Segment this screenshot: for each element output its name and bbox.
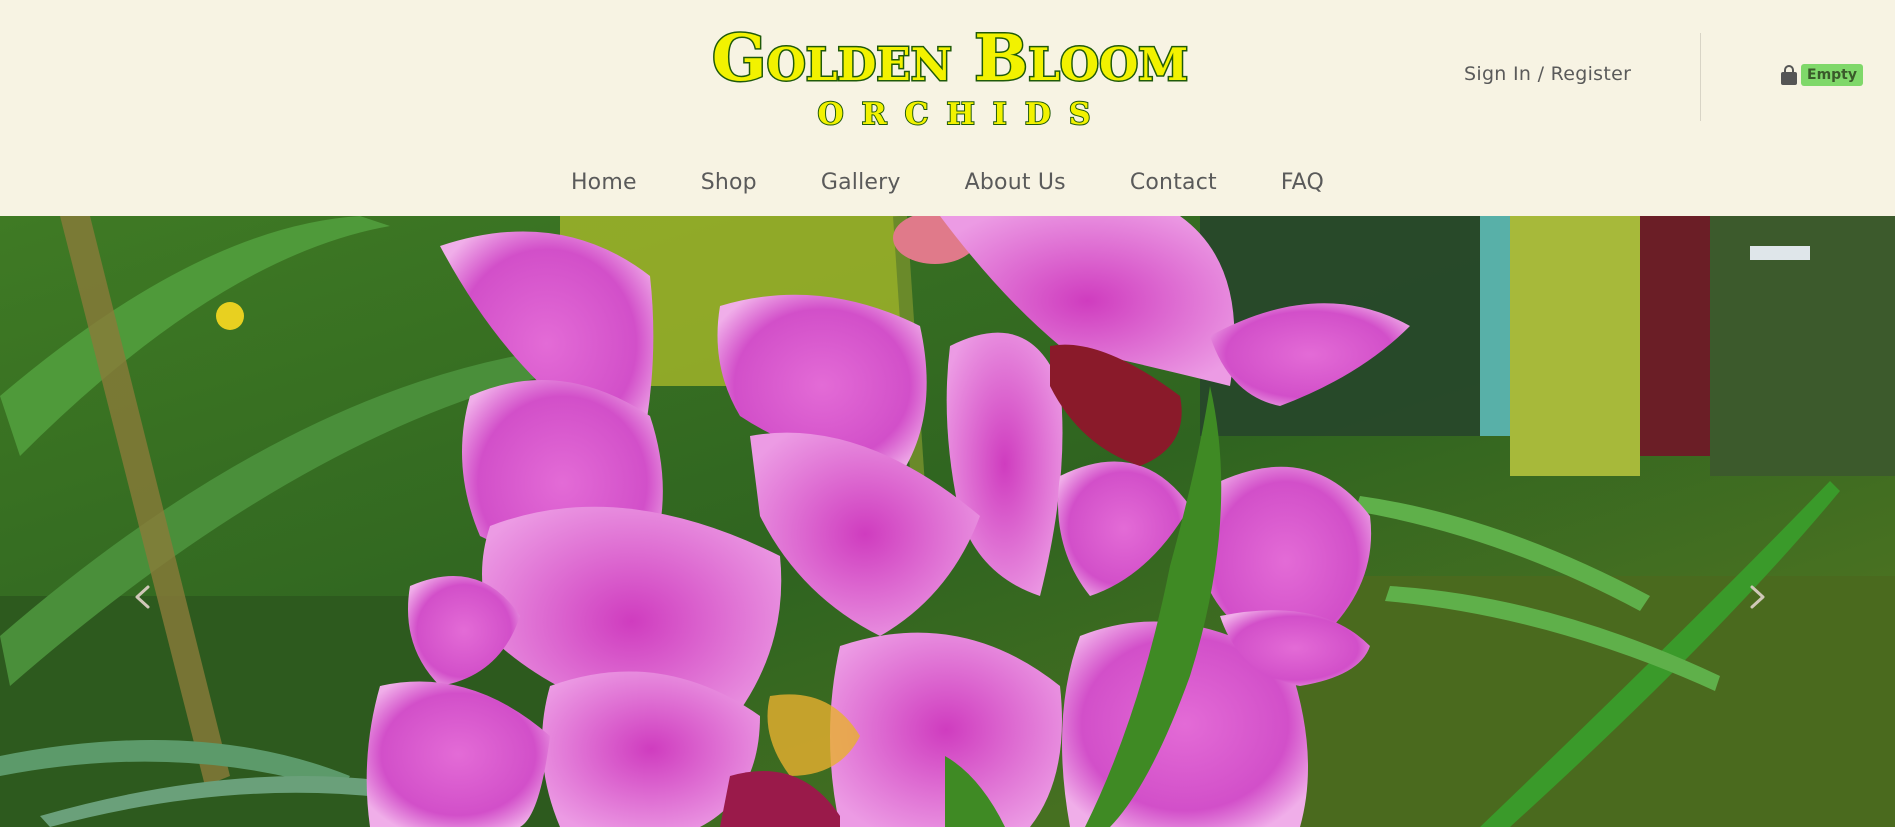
cart-status-badge: Empty: [1801, 64, 1863, 86]
svg-text:Golden Bloom: Golden Bloom: [712, 21, 1188, 96]
header-divider: [1700, 33, 1701, 121]
main-nav: Home Shop Gallery About Us Contact FAQ: [0, 170, 1895, 195]
chevron-right-icon[interactable]: [1742, 582, 1772, 612]
pink-orchid-photo: [0, 216, 1895, 827]
nav-item-home[interactable]: Home: [539, 170, 669, 195]
svg-text:ORCHIDS: ORCHIDS: [818, 97, 1109, 132]
nav-item-about-us[interactable]: About Us: [933, 170, 1098, 195]
nav-item-gallery[interactable]: Gallery: [789, 170, 933, 195]
chevron-left-icon[interactable]: [128, 582, 158, 612]
brand-logo[interactable]: Golden Bloom ORCHIDS: [705, 12, 1195, 133]
site-header: Golden Bloom ORCHIDS Sign In / Register …: [0, 0, 1895, 216]
shopping-bag-icon: [1780, 65, 1798, 85]
signin-register-link[interactable]: Sign In / Register: [1464, 63, 1631, 85]
cart-button[interactable]: Empty: [1780, 64, 1863, 86]
nav-item-contact[interactable]: Contact: [1098, 170, 1249, 195]
nav-item-faq[interactable]: FAQ: [1249, 170, 1356, 195]
nav-item-shop[interactable]: Shop: [669, 170, 789, 195]
hero-carousel: [0, 216, 1895, 827]
